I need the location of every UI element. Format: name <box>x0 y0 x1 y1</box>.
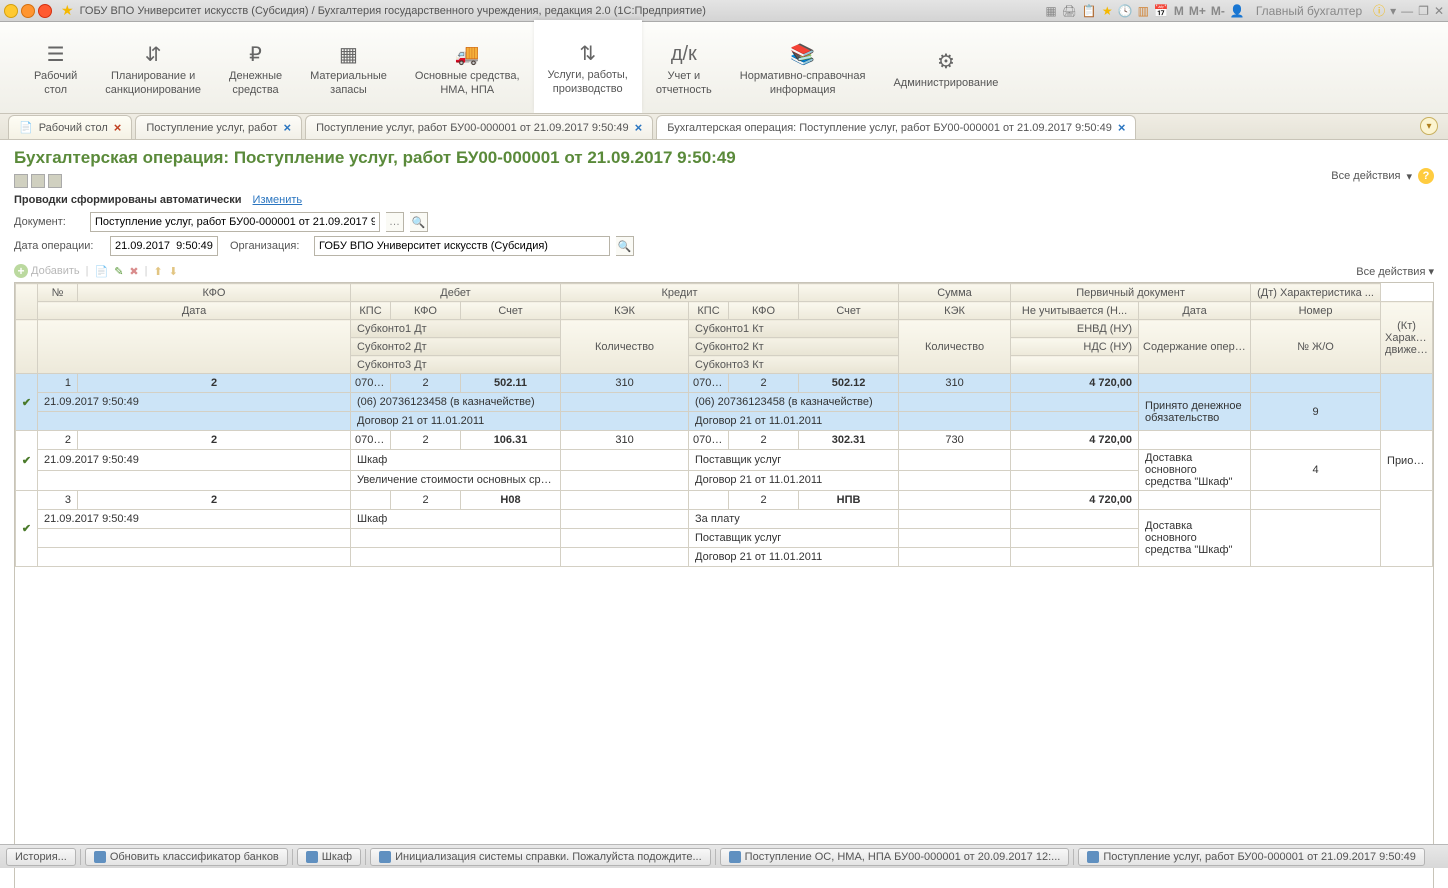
status-item-1[interactable]: Шкаф <box>297 848 361 866</box>
titlebar: ★ ГОБУ ВПО Университет искусств (Субсиди… <box>0 0 1448 22</box>
ribbon-item-1[interactable]: ⇵Планирование исанкционирование <box>91 22 215 113</box>
date-input[interactable] <box>110 236 218 256</box>
maximize-icon[interactable]: ❐ <box>1418 4 1429 18</box>
tabs-chevron[interactable]: ▾ <box>1420 117 1438 135</box>
mplus-btn[interactable]: M+ <box>1189 4 1206 18</box>
table-row[interactable]: 21.09.2017 9:50:49ШкафЗа платуДоставка о… <box>16 510 1433 529</box>
ribbon-item-0[interactable]: ☰Рабочийстол <box>20 22 91 113</box>
si3[interactable] <box>48 174 62 188</box>
title-text: ГОБУ ВПО Университет искусств (Субсидия)… <box>80 5 1046 17</box>
m-btn[interactable]: M <box>1174 4 1184 18</box>
window-btn-2[interactable] <box>21 4 35 18</box>
statusbar: История... Обновить классификатор банков… <box>0 844 1448 868</box>
document-title: Бухгалтерская операция: Поступление услу… <box>14 148 1434 168</box>
icon-7[interactable]: 📅 <box>1154 4 1169 18</box>
date-label: Дата операции: <box>14 240 104 252</box>
tab-2[interactable]: Поступление услуг, работ БУ00-000001 от … <box>305 115 653 139</box>
delete-button[interactable]: ✖ <box>129 265 138 278</box>
org-label: Организация: <box>230 240 308 252</box>
all-actions-2[interactable]: Все действия ▾ <box>1356 265 1434 278</box>
table-row[interactable]: ✔12070600000000002442502.113100706000000… <box>16 374 1433 393</box>
table-row[interactable]: ✔22070600000000002442106.313100706000000… <box>16 431 1433 450</box>
status-item-0[interactable]: Обновить классификатор банков <box>85 848 288 866</box>
user-icon: 👤 <box>1230 4 1245 18</box>
tab-close-3[interactable]: × <box>1118 120 1126 135</box>
org-search-icon[interactable]: 🔍 <box>616 236 634 256</box>
add-button[interactable]: +Добавить <box>14 264 80 278</box>
grid-toolbar: +Добавить | 📄 ✎ ✖ | ⬆ ⬇ Все действия ▾ <box>14 264 1434 278</box>
table-row[interactable]: ✔322Н082НПВ4 720,00 <box>16 491 1433 510</box>
dropdown-icon[interactable]: ▾ <box>1390 4 1396 18</box>
history-button[interactable]: История... <box>6 848 76 866</box>
tab-close-1[interactable]: × <box>283 120 291 135</box>
star-icon[interactable]: ★ <box>61 2 74 19</box>
icon-3[interactable]: 📋 <box>1082 4 1097 18</box>
doc-search-icon[interactable]: 🔍 <box>410 212 428 232</box>
tab-0[interactable]: 📄 Рабочий стол × <box>8 115 132 139</box>
change-link[interactable]: Изменить <box>253 194 303 206</box>
content-area: Бухгалтерская операция: Поступление услу… <box>0 140 1448 888</box>
title-icons: ▦ 🖨 📋 ★ 🕓 ▥ 📅 M M+ M- 👤 Главный бухгалте… <box>1045 2 1444 19</box>
tab-close-2[interactable]: × <box>635 120 643 135</box>
close-icon[interactable]: ✕ <box>1434 4 1444 18</box>
status-item-2[interactable]: Инициализация системы справки. Пожалуйст… <box>370 848 711 866</box>
window-btn-3[interactable] <box>38 4 52 18</box>
ribbon-item-3[interactable]: ▦Материальныезапасы <box>296 22 401 113</box>
doc-input[interactable] <box>90 212 380 232</box>
icon-6[interactable]: ▥ <box>1138 4 1149 18</box>
icon-5[interactable]: 🕓 <box>1118 4 1133 18</box>
tabs-bar: 📄 Рабочий стол × Поступление услуг, рабо… <box>0 114 1448 140</box>
down-button[interactable]: ⬇ <box>169 265 178 278</box>
doc-label: Документ: <box>14 216 84 228</box>
help-icon[interactable]: ? <box>1418 168 1434 184</box>
entries-grid[interactable]: №КФО Дебет Кредит Сумма Первичный докуме… <box>14 282 1434 888</box>
info-icon[interactable]: ⓘ <box>1373 2 1385 19</box>
ribbon-item-4[interactable]: 🚚Основные средства,НМА, НПА <box>401 22 534 113</box>
window-btn-1[interactable] <box>4 4 18 18</box>
icon-2[interactable]: 🖨 <box>1062 4 1077 18</box>
ribbon-item-6[interactable]: д/кУчет иотчетность <box>642 22 726 113</box>
tab-3[interactable]: Бухгалтерская операция: Поступление услу… <box>656 115 1136 139</box>
tab-1[interactable]: Поступление услуг, работ × <box>135 115 302 139</box>
ribbon-item-2[interactable]: ₽Денежныесредства <box>215 22 296 113</box>
icon-4[interactable]: ★ <box>1102 4 1113 18</box>
icon-1[interactable]: ▦ <box>1045 4 1056 18</box>
doc-ellipsis[interactable]: … <box>386 212 404 232</box>
all-actions[interactable]: Все действия▾ ? <box>1331 168 1434 184</box>
org-input[interactable] <box>314 236 610 256</box>
si2[interactable] <box>31 174 45 188</box>
table-row[interactable]: 21.09.2017 9:50:49(06) 20736123458 (в ка… <box>16 393 1433 412</box>
minimize-icon[interactable]: — <box>1401 4 1413 18</box>
up-button[interactable]: ⬆ <box>153 265 162 278</box>
status-item-4[interactable]: Поступление услуг, работ БУ00-000001 от … <box>1078 848 1425 866</box>
edit-button[interactable]: ✎ <box>114 265 123 278</box>
status-item-3[interactable]: Поступление ОС, НМА, НПА БУ00-000001 от … <box>720 848 1070 866</box>
ribbon-item-8[interactable]: ⚙Администрирование <box>879 22 1012 113</box>
table-row[interactable]: 21.09.2017 9:50:49ШкафПоставщик услугДос… <box>16 450 1433 471</box>
copy-button[interactable]: 📄 <box>94 265 108 278</box>
tab-close-0[interactable]: × <box>114 120 122 135</box>
ribbon-item-5[interactable]: ⇅Услуги, работы,производство <box>534 20 642 113</box>
user-name[interactable]: Главный бухгалтер <box>1256 4 1362 18</box>
ribbon: ☰Рабочийстол⇵Планирование исанкционирова… <box>0 22 1448 114</box>
mminus-btn[interactable]: M- <box>1211 4 1225 18</box>
ribbon-item-7[interactable]: 📚Нормативно-справочнаяинформация <box>726 22 880 113</box>
si1[interactable] <box>14 174 28 188</box>
small-icons <box>14 174 1434 188</box>
subtitle: Проводки сформированы автоматически Изме… <box>14 194 1434 206</box>
